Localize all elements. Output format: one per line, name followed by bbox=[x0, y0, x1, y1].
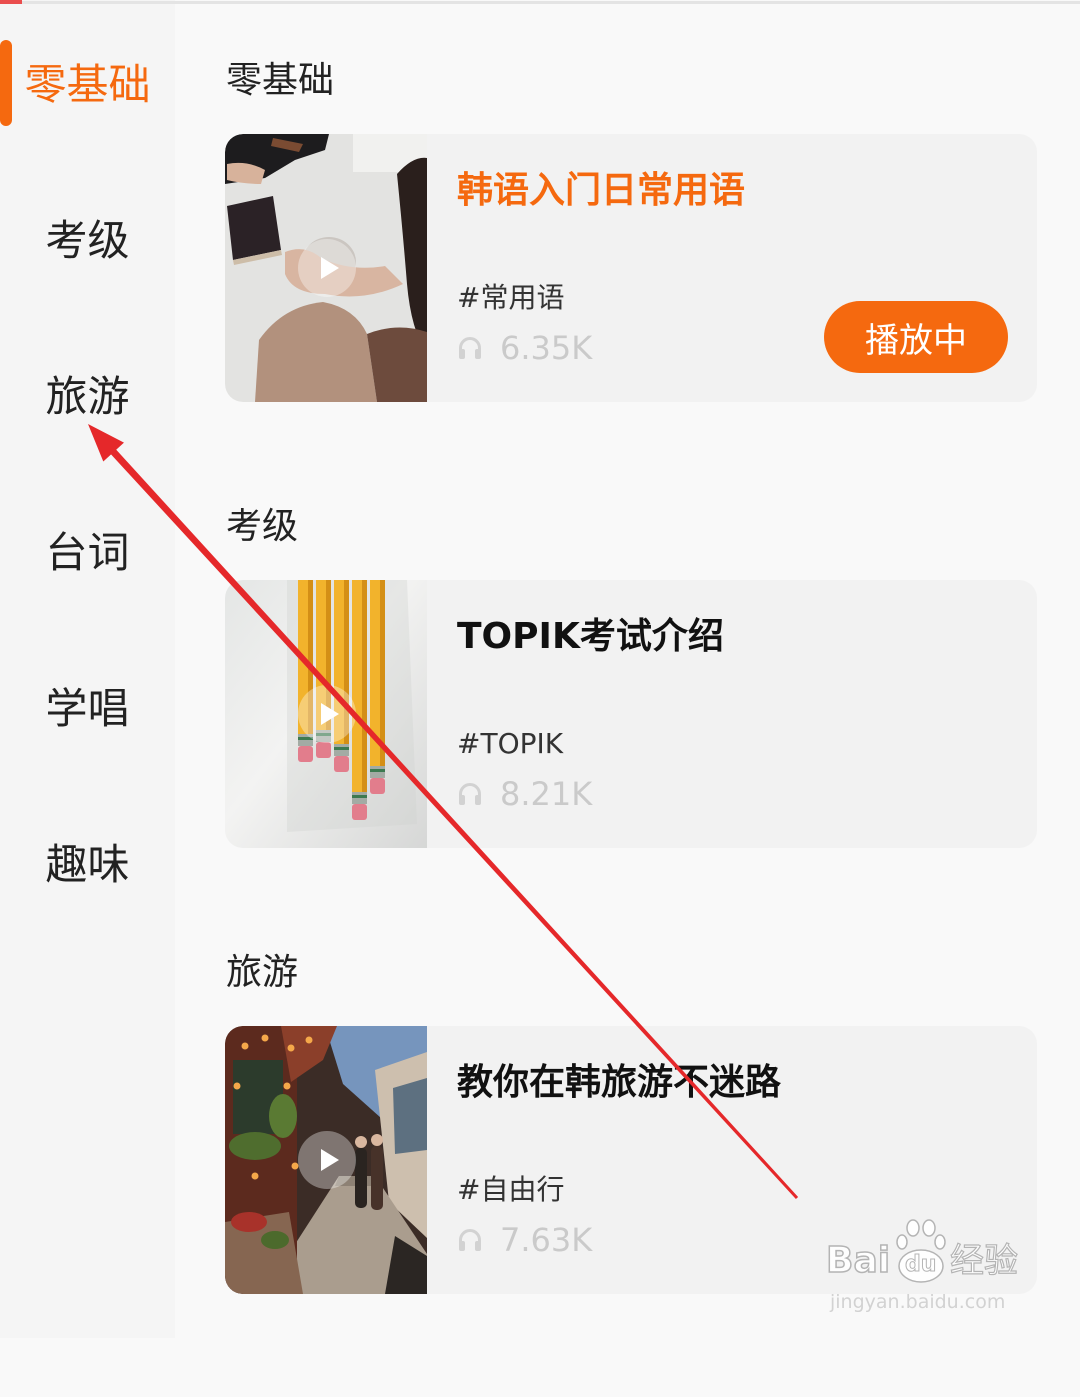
headphones-icon bbox=[459, 337, 481, 359]
top-edge-line bbox=[0, 0, 1080, 5]
course-tag: #TOPIK bbox=[457, 727, 564, 760]
course-title: TOPIK考试介绍 bbox=[457, 616, 724, 657]
now-playing-button[interactable]: 播放中 bbox=[824, 301, 1008, 373]
play-count: 8.21K bbox=[457, 774, 592, 814]
course-title: 韩语入门日常用语 bbox=[457, 170, 746, 211]
section-exam: 考级 TOPIK考试介绍 #TOPIK 8.21K bbox=[0, 505, 1080, 951]
course-title: 教你在韩旅游不迷路 bbox=[457, 1062, 782, 1103]
play-icon[interactable] bbox=[297, 238, 357, 298]
course-tag: #常用语 bbox=[457, 281, 565, 314]
play-count-value: 7.63K bbox=[500, 1221, 593, 1259]
book bbox=[227, 196, 282, 265]
top-edge-mark bbox=[0, 0, 22, 4]
play-count: 6.35K bbox=[457, 328, 592, 368]
top-edge-track bbox=[22, 1, 1080, 4]
course-card[interactable]: 韩语入门日常用语 #常用语 6.35K 播放中 bbox=[225, 134, 1037, 402]
course-thumbnail[interactable] bbox=[225, 580, 427, 848]
play-count-value: 6.35K bbox=[500, 329, 593, 367]
section-travel: 旅游 教你在韩旅游不迷路 #自由行 7.63K bbox=[0, 951, 1080, 1397]
headphones-icon bbox=[459, 783, 481, 805]
section-heading: 考级 bbox=[226, 506, 299, 547]
play-count: 7.63K bbox=[457, 1220, 592, 1260]
play-count-value: 8.21K bbox=[500, 775, 593, 813]
section-heading: 旅游 bbox=[226, 952, 299, 993]
course-tag: #自由行 bbox=[457, 1173, 565, 1206]
section-beginner: 零基础 韩语入门日常用语 #常用语 6.35K 播放中 bbox=[0, 59, 1080, 505]
play-icon[interactable] bbox=[297, 1130, 357, 1190]
course-thumbnail[interactable] bbox=[225, 134, 427, 402]
pencil bbox=[370, 580, 385, 794]
course-card[interactable]: TOPIK考试介绍 #TOPIK 8.21K bbox=[225, 580, 1037, 848]
headphones-icon bbox=[459, 1229, 481, 1251]
course-thumbnail[interactable] bbox=[225, 1026, 427, 1294]
section-heading: 零基础 bbox=[226, 60, 335, 101]
play-icon[interactable] bbox=[297, 684, 357, 744]
course-card[interactable]: 教你在韩旅游不迷路 #自由行 7.63K bbox=[225, 1026, 1037, 1294]
